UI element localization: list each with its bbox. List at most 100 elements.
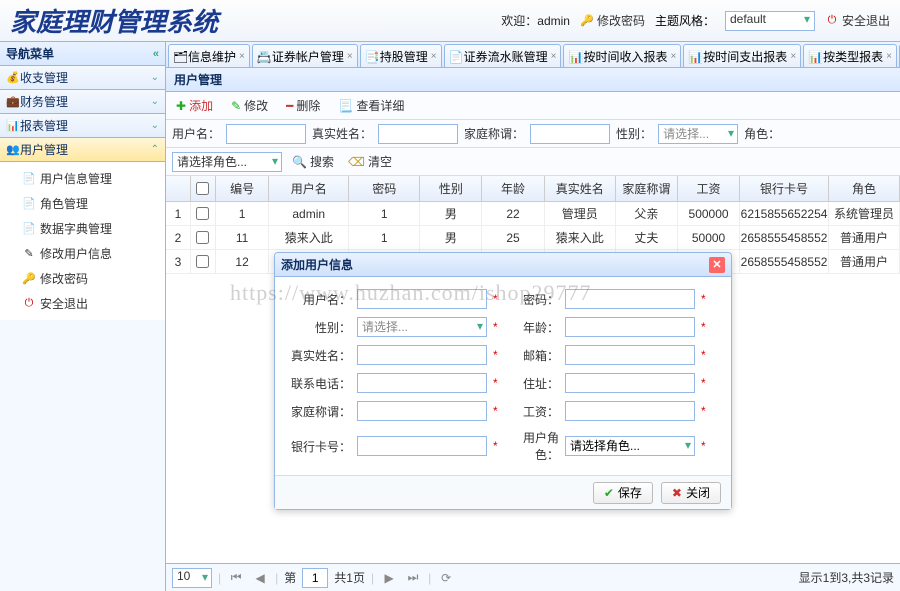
dlg-username-input[interactable] (357, 289, 487, 309)
save-button[interactable]: ✔保存 (593, 482, 653, 504)
user-icon: 👥 (6, 143, 20, 157)
filter-gender-label: 性别： (616, 125, 652, 142)
change-password-link[interactable]: 🔑修改密码 (580, 12, 645, 29)
row-checkbox[interactable] (196, 231, 209, 244)
search-button[interactable]: 🔍搜索 (288, 151, 338, 172)
edit-icon: ✎ (22, 247, 36, 261)
col-header-1[interactable] (191, 176, 216, 201)
add-button[interactable]: ✚添加 (172, 95, 217, 116)
sidebar-group-income[interactable]: 💰收支管理⌄ (0, 66, 165, 90)
dlg-salary-input[interactable] (565, 401, 695, 421)
check-icon: ✔ (604, 486, 614, 500)
dlg-realname-input[interactable] (357, 345, 487, 365)
col-header-11[interactable]: 角色 (829, 176, 900, 201)
dlg-family-input[interactable] (357, 401, 487, 421)
col-header-10[interactable]: 银行卡号 (740, 176, 829, 201)
tab-6[interactable]: 📊按类型报表× (803, 44, 897, 67)
sidebar-item-role[interactable]: 📄角色管理 (0, 191, 165, 216)
refresh-button[interactable]: ⟳ (437, 569, 455, 587)
tab-2[interactable]: 📑持股管理× (360, 44, 442, 67)
tab-3[interactable]: 📄证券流水账管理× (444, 44, 562, 67)
dlg-card-input[interactable] (357, 436, 487, 456)
page-size-select[interactable]: 10 (172, 568, 212, 588)
sidebar-item-logout[interactable]: ⏻安全退出 (0, 291, 165, 316)
table-row[interactable]: 11admin1男22管理员父亲5000006215855652254系统管理员 (166, 202, 900, 226)
dlg-salary-label: 工资： (509, 403, 559, 420)
page-label-pre: 第 (284, 569, 296, 586)
select-all-checkbox[interactable] (196, 182, 209, 195)
dlg-role-select[interactable]: 请选择角色... (565, 436, 695, 456)
pencil-icon: ✎ (231, 99, 241, 113)
dialog-close-button[interactable]: ✕ (709, 257, 725, 273)
col-header-8[interactable]: 家庭称谓 (616, 176, 678, 201)
cell (191, 250, 216, 273)
next-page-button[interactable]: ▶ (380, 569, 398, 587)
sidebar-group-report[interactable]: 📊报表管理⌄ (0, 114, 165, 138)
col-header-4[interactable]: 密码 (349, 176, 420, 201)
col-header-5[interactable]: 性别 (420, 176, 482, 201)
tab-label: 按类型报表 (823, 48, 883, 65)
col-header-3[interactable]: 用户名 (269, 176, 349, 201)
tab-close-icon[interactable]: × (886, 51, 892, 62)
filter-role-select[interactable]: 请选择角色... (172, 152, 282, 172)
tab-0[interactable]: 🗂信息维护× (168, 44, 250, 67)
power-icon: ⏻ (825, 14, 839, 28)
row-checkbox[interactable] (196, 255, 209, 268)
theme-select[interactable]: default (725, 11, 815, 31)
dlg-age-input[interactable] (565, 317, 695, 337)
close-button[interactable]: ✖关闭 (661, 482, 721, 504)
tab-1[interactable]: 📇证券帐户管理× (252, 44, 358, 67)
tab-5[interactable]: 📊按时间支出报表× (683, 44, 801, 67)
tab-4[interactable]: 📊按时间收入报表× (563, 44, 681, 67)
clear-button[interactable]: ⌫清空 (344, 151, 396, 172)
dlg-email-input[interactable] (565, 345, 695, 365)
tab-icon: 📇 (257, 50, 269, 62)
tab-close-icon[interactable]: × (347, 51, 353, 62)
sidebar-item-edituser[interactable]: ✎修改用户信息 (0, 241, 165, 266)
row-checkbox[interactable] (196, 207, 209, 220)
dlg-password-input[interactable] (565, 289, 695, 309)
filter-gender-select[interactable]: 请选择... (658, 124, 738, 144)
sidebar-item-dict[interactable]: 📄数据字典管理 (0, 216, 165, 241)
sidebar-item-userinfo[interactable]: 📄用户信息管理 (0, 166, 165, 191)
collapse-icon[interactable]: « (153, 48, 159, 60)
edit-button[interactable]: ✎修改 (227, 95, 272, 116)
tab-close-icon[interactable]: × (431, 51, 437, 62)
cell: 丈夫 (616, 226, 678, 249)
col-header-6[interactable]: 年龄 (482, 176, 544, 201)
tab-label: 按时间收入报表 (583, 48, 667, 65)
page-input[interactable] (302, 568, 328, 588)
prev-page-button[interactable]: ◀ (251, 569, 269, 587)
cell: 男 (420, 226, 482, 249)
col-header-9[interactable]: 工资 (678, 176, 740, 201)
last-page-button[interactable]: ⏭ (404, 569, 422, 587)
dlg-gender-select[interactable]: 请选择... (357, 317, 487, 337)
dlg-age-label: 年龄： (509, 319, 559, 336)
delete-button[interactable]: ━删除 (282, 95, 324, 116)
filter-username-input[interactable] (226, 124, 306, 144)
col-header-2[interactable]: 编号 (216, 176, 269, 201)
chart-icon: 📊 (6, 119, 20, 133)
dlg-address-input[interactable] (565, 373, 695, 393)
dlg-phone-input[interactable] (357, 373, 487, 393)
filter-realname-input[interactable] (378, 124, 458, 144)
tab-close-icon[interactable]: × (670, 51, 676, 62)
logout-link[interactable]: ⏻安全退出 (825, 12, 890, 29)
view-button[interactable]: 📃查看详细 (334, 95, 408, 116)
sidebar-group-user[interactable]: 👥用户管理⌃ (0, 138, 165, 162)
tab-close-icon[interactable]: × (551, 51, 557, 62)
tab-close-icon[interactable]: × (790, 51, 796, 62)
tab-label: 证券流水账管理 (464, 48, 548, 65)
filter-family-input[interactable] (530, 124, 610, 144)
sidebar-group-finance[interactable]: 💼财务管理⌄ (0, 90, 165, 114)
col-header-0[interactable] (166, 176, 191, 201)
first-page-button[interactable]: ⏮ (227, 569, 245, 587)
table-row[interactable]: 211猿来入此1男25猿来入此丈夫500002658555458552普通用户 (166, 226, 900, 250)
tab-close-icon[interactable]: × (239, 51, 245, 62)
sidebar-item-changepwd[interactable]: 🔑修改密码 (0, 266, 165, 291)
col-header-7[interactable]: 真实姓名 (545, 176, 616, 201)
power-icon: ⏻ (22, 297, 36, 311)
tab-icon: 📑 (365, 50, 377, 62)
dialog-title-bar[interactable]: 添加用户信息 ✕ (275, 253, 731, 277)
filter-role-label: 角色： (744, 125, 780, 142)
